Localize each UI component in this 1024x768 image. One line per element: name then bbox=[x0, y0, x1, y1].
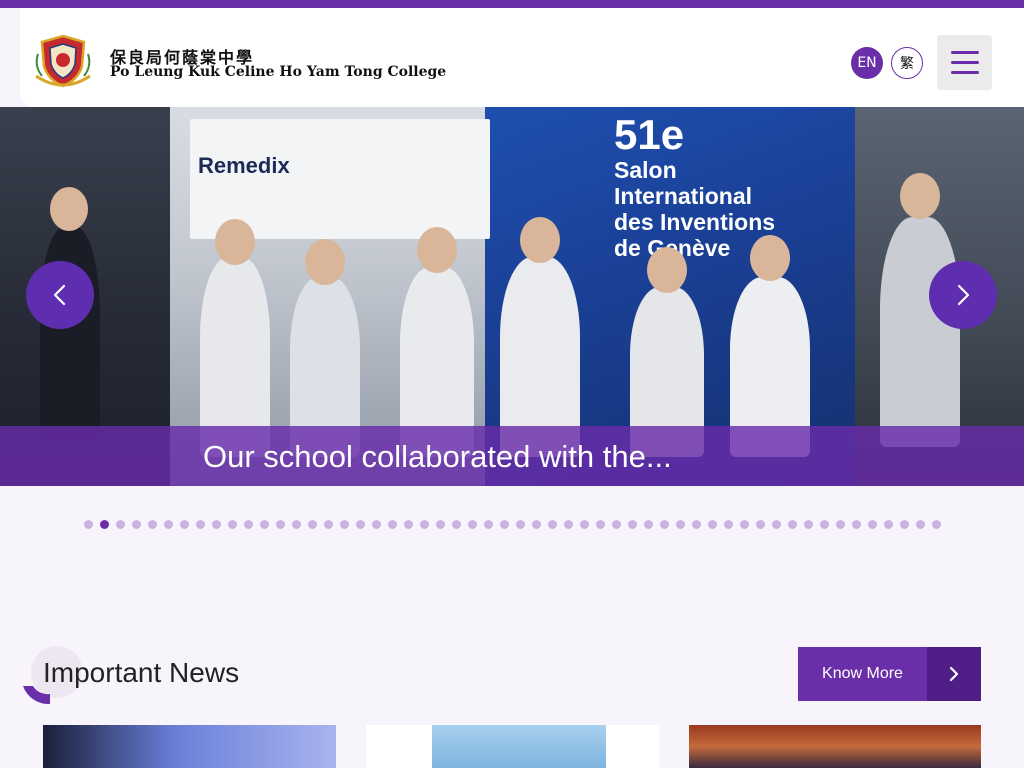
carousel-dot[interactable] bbox=[260, 520, 269, 529]
carousel-dot[interactable] bbox=[596, 520, 605, 529]
carousel-dot[interactable] bbox=[100, 520, 109, 529]
carousel-dot[interactable] bbox=[676, 520, 685, 529]
carousel-dot[interactable] bbox=[372, 520, 381, 529]
carousel-dot[interactable] bbox=[900, 520, 909, 529]
hamburger-menu-icon bbox=[950, 51, 979, 54]
student-figure bbox=[647, 247, 687, 293]
carousel-dot[interactable] bbox=[116, 520, 125, 529]
carousel-dot[interactable] bbox=[772, 520, 781, 529]
school-name-english: Po Leung Kuk Celine Ho Yam Tong College bbox=[110, 64, 447, 80]
carousel-dot[interactable] bbox=[868, 520, 877, 529]
news-card-image bbox=[432, 725, 606, 768]
carousel-dot[interactable] bbox=[276, 520, 285, 529]
site-header: 保良局何蔭棠中學 Po Leung Kuk Celine Ho Yam Tong… bbox=[20, 8, 1024, 107]
student-figure bbox=[50, 187, 88, 231]
carousel-dot[interactable] bbox=[564, 520, 573, 529]
carousel-dot[interactable] bbox=[500, 520, 509, 529]
carousel-pagination bbox=[84, 520, 941, 529]
carousel-dot[interactable] bbox=[212, 520, 221, 529]
carousel-dot[interactable] bbox=[804, 520, 813, 529]
carousel-dot[interactable] bbox=[580, 520, 589, 529]
carousel-dot[interactable] bbox=[340, 520, 349, 529]
know-more-button[interactable]: Know More bbox=[798, 647, 981, 701]
salon-line: International bbox=[614, 183, 753, 209]
carousel-dot[interactable] bbox=[692, 520, 701, 529]
carousel-dot[interactable] bbox=[884, 520, 893, 529]
carousel-dot[interactable] bbox=[356, 520, 365, 529]
carousel-dot[interactable] bbox=[756, 520, 765, 529]
language-traditional-chinese-button[interactable]: 繁 bbox=[891, 47, 923, 79]
chevron-left-icon bbox=[53, 284, 66, 306]
carousel-prev-button[interactable] bbox=[26, 261, 94, 329]
hamburger-menu-icon bbox=[950, 71, 979, 74]
carousel-dot[interactable] bbox=[628, 520, 637, 529]
carousel-dot[interactable] bbox=[724, 520, 733, 529]
carousel-dot[interactable] bbox=[788, 520, 797, 529]
carousel-dot[interactable] bbox=[196, 520, 205, 529]
carousel-dot[interactable] bbox=[148, 520, 157, 529]
salon-line: des Inventions bbox=[614, 209, 776, 235]
carousel-dot[interactable] bbox=[612, 520, 621, 529]
chevron-right-icon bbox=[949, 666, 959, 682]
language-english-button[interactable]: EN bbox=[851, 47, 883, 79]
carousel-dot[interactable] bbox=[660, 520, 669, 529]
hamburger-menu-button[interactable] bbox=[937, 35, 992, 90]
carousel-dot[interactable] bbox=[436, 520, 445, 529]
carousel-dot[interactable] bbox=[548, 520, 557, 529]
student-figure bbox=[880, 217, 960, 447]
slide-caption-text[interactable]: Our school collaborated with the... bbox=[203, 439, 672, 475]
hamburger-menu-icon bbox=[950, 61, 979, 64]
carousel-dot[interactable] bbox=[420, 520, 429, 529]
know-more-label[interactable]: Know More bbox=[798, 647, 927, 701]
poster-title: Remedix bbox=[198, 153, 290, 178]
carousel-dot[interactable] bbox=[468, 520, 477, 529]
carousel-dot[interactable] bbox=[708, 520, 717, 529]
carousel-dot[interactable] bbox=[452, 520, 461, 529]
news-card-2[interactable] bbox=[366, 725, 659, 768]
carousel-dot[interactable] bbox=[84, 520, 93, 529]
know-more-arrow[interactable] bbox=[927, 647, 981, 701]
carousel-dot[interactable] bbox=[244, 520, 253, 529]
student-figure bbox=[750, 235, 790, 281]
carousel-next-button[interactable] bbox=[929, 261, 997, 329]
student-figure bbox=[417, 227, 457, 273]
carousel-dot[interactable] bbox=[852, 520, 861, 529]
news-card-3[interactable] bbox=[689, 725, 981, 768]
top-accent-bar bbox=[0, 0, 1024, 8]
salon-banner-text: 51e Salon International des Inventions d… bbox=[614, 111, 776, 262]
student-figure bbox=[900, 173, 940, 219]
student-figure bbox=[40, 227, 100, 447]
carousel-dot[interactable] bbox=[820, 520, 829, 529]
chevron-right-icon bbox=[957, 284, 970, 306]
slide-caption-bar[interactable]: Our school collaborated with the... bbox=[0, 426, 1024, 486]
hero-carousel[interactable]: Remedix 51e Salon International des Inve… bbox=[0, 107, 1024, 486]
carousel-dot[interactable] bbox=[324, 520, 333, 529]
salon-line: Salon bbox=[614, 157, 677, 183]
carousel-dot[interactable] bbox=[484, 520, 493, 529]
carousel-dot[interactable] bbox=[516, 520, 525, 529]
carousel-dot[interactable] bbox=[292, 520, 301, 529]
important-news-heading: Important News bbox=[43, 657, 240, 688]
carousel-dot[interactable] bbox=[740, 520, 749, 529]
carousel-dot[interactable] bbox=[532, 520, 541, 529]
carousel-dot[interactable] bbox=[916, 520, 925, 529]
carousel-dot[interactable] bbox=[644, 520, 653, 529]
carousel-dot[interactable] bbox=[164, 520, 173, 529]
carousel-dot[interactable] bbox=[932, 520, 941, 529]
carousel-dot[interactable] bbox=[180, 520, 189, 529]
carousel-dot[interactable] bbox=[388, 520, 397, 529]
school-crest-logo[interactable] bbox=[32, 32, 94, 90]
salon-number: 51e bbox=[614, 111, 685, 158]
carousel-dot[interactable] bbox=[228, 520, 237, 529]
student-figure bbox=[520, 217, 560, 263]
student-figure bbox=[305, 239, 345, 285]
carousel-dot[interactable] bbox=[404, 520, 413, 529]
student-figure bbox=[215, 219, 255, 265]
carousel-dot[interactable] bbox=[836, 520, 845, 529]
news-card-1[interactable] bbox=[43, 725, 336, 768]
carousel-dot[interactable] bbox=[132, 520, 141, 529]
carousel-dot[interactable] bbox=[308, 520, 317, 529]
